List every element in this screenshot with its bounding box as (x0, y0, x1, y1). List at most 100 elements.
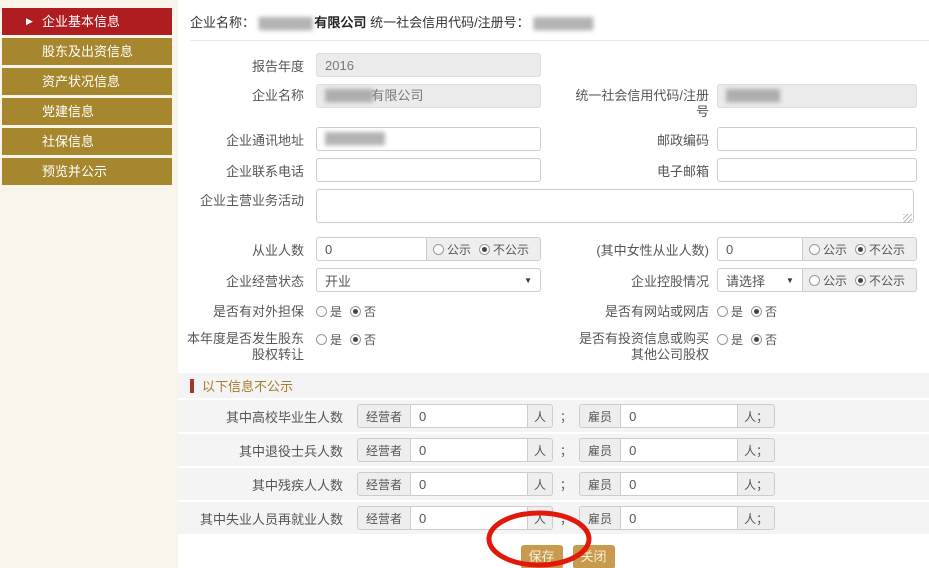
unit-addon: 人 (528, 506, 553, 530)
credit-code-field-label: 统一社会信用代码/注册号 (541, 84, 709, 120)
sidebar-item-preview-publish[interactable]: 预览并公示 (2, 158, 172, 185)
phone-input[interactable] (316, 158, 541, 182)
page-header: 企业名称： █████████ 有限公司 统一社会信用代码/注册号： █████… (178, 12, 929, 34)
holding-publicity-addon: 公示 不公示 (803, 268, 917, 292)
radio-yes[interactable] (717, 306, 728, 317)
company-name-value-redacted: ████████ (325, 85, 371, 107)
radio-not-public-label[interactable]: 不公示 (869, 241, 905, 258)
operator-addon: 经营者 (357, 404, 410, 428)
operator-addon: 经营者 (357, 472, 410, 496)
form-row-transfer: 本年度是否发生股东股权转让 是否 是否有投资信息或购买其他公司股权 是否 (178, 327, 929, 363)
company-name-suffix: 有限公司 (314, 15, 366, 30)
active-arrow-icon: ▶ (26, 8, 33, 35)
operating-status-value: 开业 (325, 271, 524, 290)
radio-no-label[interactable]: 否 (364, 303, 376, 320)
sidebar-item-label: 党建信息 (42, 104, 94, 119)
form-row-company-name: 企业名称 ████████ 有限公司 统一社会信用代码/注册号 ████████… (178, 84, 929, 120)
radio-not-public-label[interactable]: 不公示 (493, 241, 529, 258)
guarantee-label: 是否有对外担保 (178, 300, 304, 320)
postcode-label: 邮政编码 (541, 129, 709, 149)
female-employees-input[interactable] (717, 237, 803, 261)
save-button[interactable]: 保存 (521, 545, 563, 568)
radio-no-label[interactable]: 否 (364, 331, 376, 348)
separator: ； (560, 442, 572, 459)
radio-not-public-label[interactable]: 不公示 (869, 272, 905, 289)
veterans-employee-input[interactable] (620, 438, 738, 462)
holding-status-label: 企业控股情况 (541, 270, 709, 290)
chevron-down-icon: ▼ (524, 276, 532, 285)
radio-no[interactable] (751, 306, 762, 317)
radio-no-label[interactable]: 否 (765, 303, 777, 320)
row-label: 其中退役士兵人数 (178, 441, 343, 460)
disabled-operator-input[interactable] (410, 472, 528, 496)
credit-code-input[interactable]: █████████ (717, 84, 917, 108)
employees-input[interactable] (316, 237, 427, 261)
sidebar-item-social-security[interactable]: 社保信息 (2, 128, 172, 155)
radio-yes[interactable] (316, 306, 327, 317)
radio-yes-label[interactable]: 是 (731, 303, 743, 320)
radio-public-label[interactable]: 公示 (823, 241, 847, 258)
company-name-label: 企业名称： (190, 15, 255, 30)
radio-yes-label[interactable]: 是 (330, 331, 342, 348)
address-input[interactable]: ██████████ (316, 127, 541, 151)
sidebar-item-label: 预览并公示 (42, 164, 107, 179)
employees-label: 从业人数 (178, 239, 304, 259)
sidebar-item-shareholders[interactable]: 股东及出资信息 (2, 38, 172, 65)
close-button[interactable]: 关闭 (573, 545, 615, 568)
investment-label: 是否有投资信息或购买其他公司股权 (541, 327, 709, 363)
radio-public[interactable] (809, 244, 820, 255)
report-year-input[interactable] (316, 53, 541, 77)
resize-handle-icon[interactable] (903, 214, 912, 223)
table-row-graduates: 其中高校毕业生人数 经营者 人 ； 雇员 人； (178, 400, 929, 434)
business-textarea[interactable] (316, 189, 914, 223)
sidebar-item-label: 企业基本信息 (42, 14, 120, 29)
radio-no[interactable] (751, 334, 762, 345)
female-publicity-addon: 公示 不公示 (803, 237, 917, 261)
radio-no-label[interactable]: 否 (765, 331, 777, 348)
radio-yes-label[interactable]: 是 (330, 303, 342, 320)
email-label: 电子邮箱 (541, 160, 709, 180)
report-year-label: 报告年度 (178, 55, 304, 75)
postcode-input[interactable] (717, 127, 917, 151)
not-public-section: 以下信息不公示 其中高校毕业生人数 经营者 人 ； 雇员 人； 其中退役士兵人数 (178, 373, 929, 536)
holding-status-select[interactable]: 请选择 ▼ (717, 268, 803, 292)
radio-yes[interactable] (316, 334, 327, 345)
unit-addon: 人 (528, 404, 553, 428)
radio-public[interactable] (809, 275, 820, 286)
reemployed-employee-input[interactable] (620, 506, 738, 530)
operator-addon: 经营者 (357, 438, 410, 462)
unit-end-addon: 人； (738, 404, 775, 428)
graduates-operator-input[interactable] (410, 404, 528, 428)
company-name-input[interactable]: ████████ 有限公司 (316, 84, 541, 108)
radio-not-public[interactable] (855, 275, 866, 286)
footer-actions: 保存 关闭 (178, 545, 929, 568)
sidebar-item-label: 社保信息 (42, 134, 94, 149)
radio-public-label[interactable]: 公示 (447, 241, 471, 258)
radio-not-public[interactable] (479, 244, 490, 255)
veterans-operator-input[interactable] (410, 438, 528, 462)
employee-addon: 雇员 (579, 472, 620, 496)
radio-no[interactable] (350, 306, 361, 317)
section-accent-bar (190, 379, 194, 393)
separator: ； (560, 476, 572, 493)
row-label: 其中失业人员再就业人数 (178, 509, 343, 528)
email-input[interactable] (717, 158, 917, 182)
operating-status-select[interactable]: 开业 ▼ (316, 268, 541, 292)
radio-yes[interactable] (717, 334, 728, 345)
sidebar: ▶ 企业基本信息 股东及出资信息 资产状况信息 党建信息 社保信息 预览并公示 (0, 0, 178, 568)
disabled-employee-input[interactable] (620, 472, 738, 496)
graduates-employee-input[interactable] (620, 404, 738, 428)
radio-public[interactable] (433, 244, 444, 255)
sidebar-item-party-building[interactable]: 党建信息 (2, 98, 172, 125)
credit-code-redacted: ██████████ (533, 18, 591, 30)
radio-no[interactable] (350, 334, 361, 345)
reemployed-operator-input[interactable] (410, 506, 528, 530)
form-row-report-year: 报告年度 (178, 53, 929, 77)
radio-public-label[interactable]: 公示 (823, 272, 847, 289)
website-label: 是否有网站或网店 (541, 300, 709, 320)
radio-not-public[interactable] (855, 244, 866, 255)
radio-yes-label[interactable]: 是 (731, 331, 743, 348)
sidebar-item-assets[interactable]: 资产状况信息 (2, 68, 172, 95)
unit-end-addon: 人； (738, 472, 775, 496)
sidebar-item-basic-info[interactable]: ▶ 企业基本信息 (2, 8, 172, 35)
